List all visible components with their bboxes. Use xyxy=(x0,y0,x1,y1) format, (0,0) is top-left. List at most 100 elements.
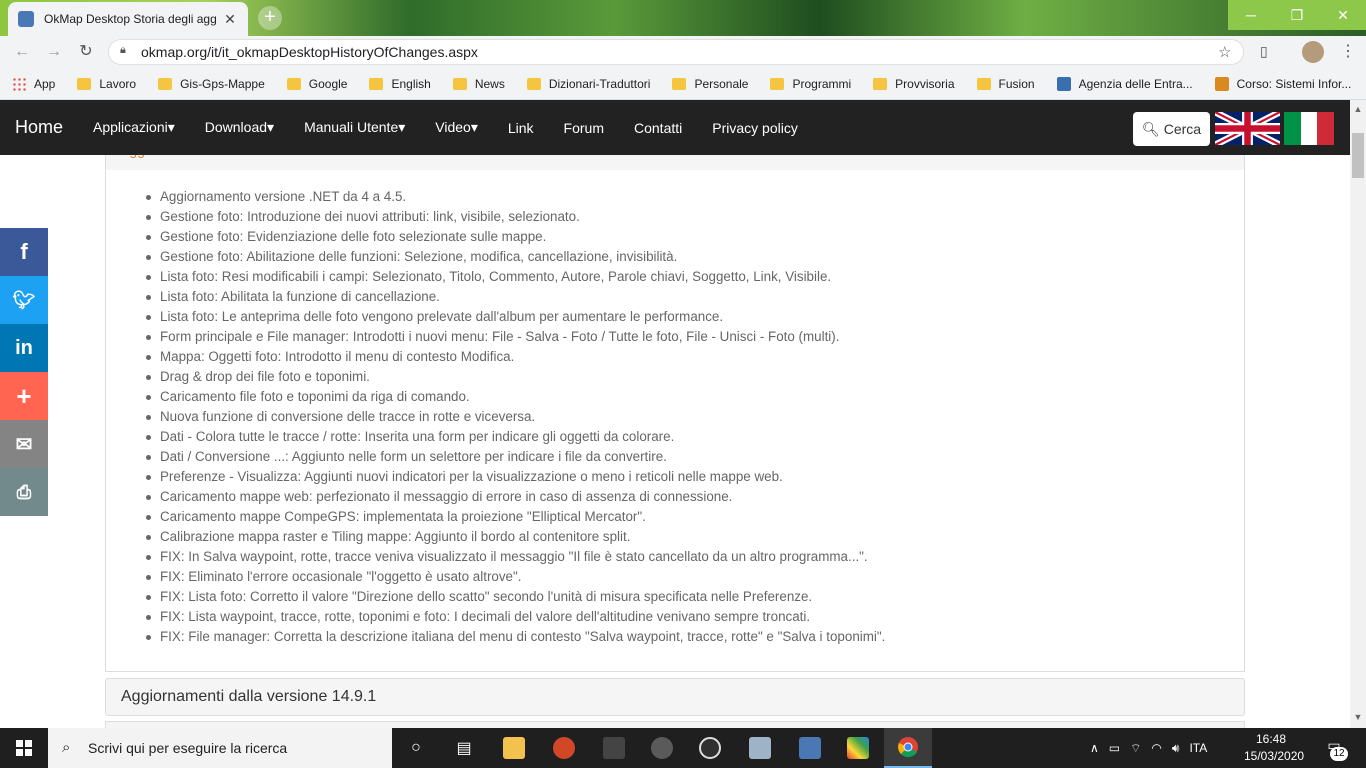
uk-flag-icon[interactable] xyxy=(1215,112,1280,145)
kebab-menu-icon[interactable]: ⋮ xyxy=(1340,41,1356,61)
app-icon[interactable] xyxy=(638,728,686,768)
page-scrollbar[interactable] xyxy=(1350,100,1366,728)
bookmark-folder[interactable]: Programmi xyxy=(770,77,851,91)
scroll-down-icon[interactable]: ▼ xyxy=(1350,712,1366,722)
folder-icon xyxy=(369,77,384,90)
chevron-up-icon[interactable]: ∧ xyxy=(1090,741,1099,755)
folder-icon xyxy=(672,77,687,90)
folder-icon xyxy=(770,77,785,90)
nav-contatti[interactable]: Contatti xyxy=(619,120,697,136)
bookmark-folder[interactable]: News xyxy=(452,77,505,91)
nav-link[interactable]: Link xyxy=(493,120,549,136)
back-arrow-icon[interactable]: ← xyxy=(10,40,34,64)
twitter-share-icon[interactable]: 🐦︎ xyxy=(0,276,48,324)
bookmark-link[interactable]: Agenzia delle Entra... xyxy=(1056,76,1193,91)
lock-icon[interactable]: 🔒︎ xyxy=(120,44,130,58)
list-item: Lista foto: Le anteprima delle foto veng… xyxy=(146,307,1220,327)
next-version-panel-heading[interactable]: Aggiornamenti dalla versione 14.9.1 xyxy=(105,678,1245,716)
facebook-share-icon[interactable]: f xyxy=(0,228,48,276)
scroll-up-icon[interactable]: ▲ xyxy=(1350,104,1366,114)
more-share-icon[interactable]: + xyxy=(0,372,48,420)
list-item: Dati - Colora tutte le tracce / rotte: I… xyxy=(146,427,1220,447)
task-view-icon[interactable]: ▤ xyxy=(440,728,488,768)
bookmark-folder[interactable]: English xyxy=(369,77,431,91)
list-item: Nuova funzione di conversione delle trac… xyxy=(146,407,1220,427)
list-item: Mappa: Oggetti foto: Introdotto il menu … xyxy=(146,347,1220,367)
reload-icon[interactable]: ↻ xyxy=(74,40,98,64)
star-bookmark-icon[interactable]: ☆ xyxy=(1218,43,1231,61)
minimize-button[interactable]: ─ xyxy=(1228,0,1274,30)
okmap-icon[interactable] xyxy=(786,728,834,768)
bookmark-folder[interactable]: Gis-Gps-Mappe xyxy=(158,77,265,91)
taskbar-search-input[interactable]: Scrivi qui per eseguire la ricerca xyxy=(48,728,392,768)
browser-tab[interactable]: OkMap Desktop Storia degli agg ✕ xyxy=(8,2,248,36)
clock-date: 15/03/2020 xyxy=(1244,749,1305,763)
search-icon: ⌕ xyxy=(62,739,71,756)
list-item: Lista foto: Resi modificabili i campi: S… xyxy=(146,267,1220,287)
course-icon xyxy=(1214,76,1229,91)
reading-list-icon[interactable]: ▯ xyxy=(1260,43,1268,60)
folder-icon xyxy=(286,77,301,90)
language-indicator[interactable]: ITA xyxy=(1189,741,1207,755)
cortana-icon[interactable]: ○ xyxy=(392,728,440,768)
list-item: Lista foto: Abilitata la funzione di can… xyxy=(146,287,1220,307)
close-tab-icon[interactable]: ✕ xyxy=(222,11,238,28)
scrollbar-thumb[interactable] xyxy=(1352,133,1364,178)
close-window-button[interactable]: ✕ xyxy=(1320,0,1366,30)
nav-applicazioni[interactable]: Applicazioni▾ xyxy=(78,119,190,136)
file-explorer-icon[interactable] xyxy=(490,728,538,768)
italy-flag-icon[interactable] xyxy=(1284,112,1335,145)
pdf-app-icon[interactable] xyxy=(736,728,784,768)
obs-icon[interactable] xyxy=(686,728,734,768)
tab-title: OkMap Desktop Storia degli agg xyxy=(44,12,217,26)
folder-icon xyxy=(77,77,92,90)
search-button-label: Cerca xyxy=(1163,121,1202,137)
windows-start-icon[interactable] xyxy=(0,728,48,768)
battery-icon[interactable]: ▭ xyxy=(1109,741,1120,755)
list-item: Gestione foto: Evidenziazione delle foto… xyxy=(146,227,1220,247)
list-item: Aggiornamento versione .NET da 4 a 4.5. xyxy=(146,187,1220,207)
bookmark-app[interactable]: App xyxy=(12,76,55,91)
nav-video[interactable]: Video▾ xyxy=(420,119,493,136)
list-item: Form principale e File manager: Introdot… xyxy=(146,327,1220,347)
print-icon[interactable]: ⎙ xyxy=(0,468,48,516)
clock-time: 16:48 xyxy=(1255,732,1287,746)
volume-icon[interactable]: 🔊︎ xyxy=(1172,741,1180,756)
folder-icon xyxy=(526,77,541,90)
taskbar-clock[interactable]: 16:48 15/03/2020 xyxy=(1244,731,1305,765)
powerpoint-icon[interactable] xyxy=(540,728,588,768)
nav-forum[interactable]: Forum xyxy=(549,120,619,136)
bookmark-folder[interactable]: Fusion xyxy=(976,77,1035,91)
list-item: Drag & drop dei file foto e toponimi. xyxy=(146,367,1220,387)
forward-arrow-icon[interactable]: → xyxy=(42,40,66,64)
nav-home-link[interactable]: Home xyxy=(0,117,78,138)
calculator-icon[interactable] xyxy=(590,728,638,768)
bookmark-folder[interactable]: Google xyxy=(286,77,347,91)
search-button[interactable]: 🔍︎ Cerca xyxy=(1133,112,1210,146)
network-icon[interactable]: ⌔ xyxy=(1130,741,1141,756)
list-item: Caricamento mappe web: perfezionato il m… xyxy=(146,487,1220,507)
nav-manuali[interactable]: Manuali Utente▾ xyxy=(289,119,420,136)
color-app-icon[interactable] xyxy=(834,728,882,768)
bookmark-folder[interactable]: Dizionari-Traduttori xyxy=(526,77,650,91)
address-bar[interactable]: okmap.org/it/it_okmapDesktopHistoryOfCha… xyxy=(108,39,1244,65)
list-item: FIX: Lista foto: Corretto il valore "Dir… xyxy=(146,587,1220,607)
nav-privacy[interactable]: Privacy policy xyxy=(697,120,813,136)
bookmark-folder[interactable]: Personale xyxy=(672,77,748,91)
profile-avatar[interactable] xyxy=(1302,41,1324,63)
bookmark-link[interactable]: Corso: Sistemi Infor... xyxy=(1214,76,1351,91)
linkedin-share-icon[interactable]: in xyxy=(0,324,48,372)
email-share-icon[interactable]: ✉ xyxy=(0,420,48,468)
folder-icon xyxy=(452,77,467,90)
bookmark-folder[interactable]: Provvisoria xyxy=(873,77,955,91)
list-item: Preferenze - Visualizza: Aggiunti nuovi … xyxy=(146,467,1220,487)
apps-grid-icon xyxy=(12,76,26,91)
bookmark-folder[interactable]: Lavoro xyxy=(77,77,136,91)
maximize-button[interactable]: ❐ xyxy=(1274,0,1320,30)
new-tab-button[interactable]: + xyxy=(258,6,282,30)
folder-icon xyxy=(976,77,991,90)
chrome-icon[interactable] xyxy=(884,728,932,768)
list-item: Gestione foto: Introduzione dei nuovi at… xyxy=(146,207,1220,227)
wifi-icon[interactable]: ◠ xyxy=(1151,741,1161,755)
nav-download[interactable]: Download▾ xyxy=(190,119,289,136)
